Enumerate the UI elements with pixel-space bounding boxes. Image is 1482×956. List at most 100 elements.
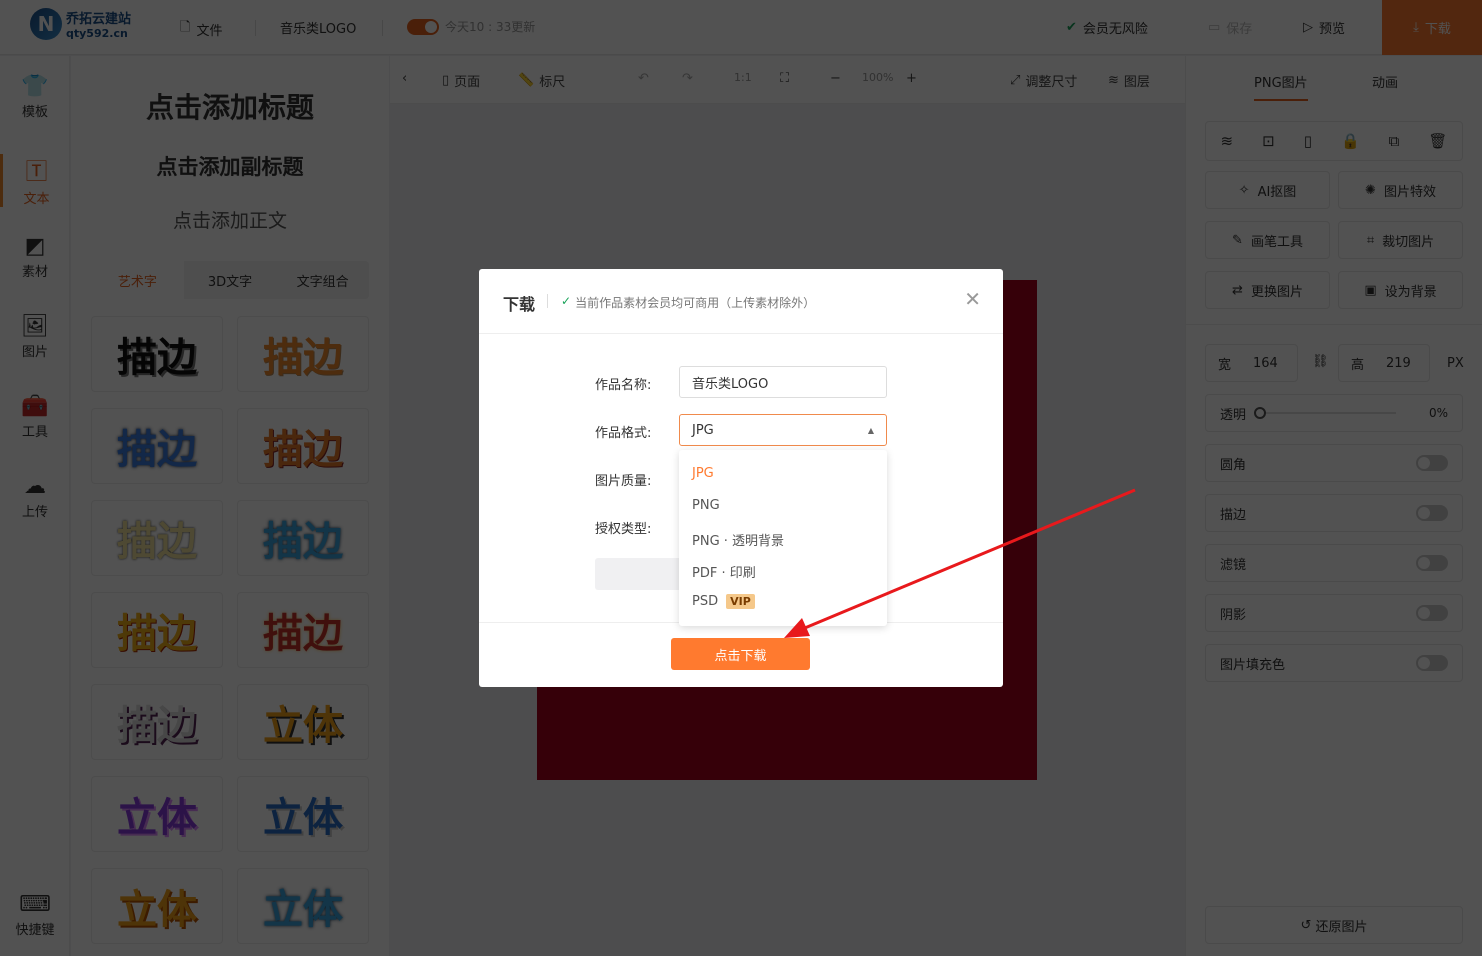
add-subtitle[interactable]: 点击添加副标题 bbox=[71, 151, 389, 181]
autosave-toggle[interactable] bbox=[407, 18, 439, 35]
toggle-row: 图片填充色 bbox=[1205, 644, 1463, 682]
tab-3d-text[interactable]: 3D文字 bbox=[184, 261, 277, 299]
art-text-tile[interactable]: 描边 bbox=[237, 500, 369, 576]
tool-button[interactable]: ⌗ 裁切图片 bbox=[1338, 221, 1463, 259]
license-option[interactable] bbox=[595, 558, 685, 590]
width-value: 164 bbox=[1253, 355, 1278, 371]
fit-icon[interactable]: ⛶ bbox=[780, 71, 789, 86]
restore-image-button[interactable]: ↺ 还原图片 bbox=[1205, 906, 1463, 944]
lock-icon[interactable]: 🔒 bbox=[1341, 132, 1360, 150]
layers-button[interactable]: ≋ 图层 bbox=[1108, 71, 1150, 90]
nav-shortcuts[interactable]: ⌨ 快捷键 bbox=[0, 892, 70, 938]
option-jpg[interactable]: JPG bbox=[692, 466, 714, 481]
option-psd[interactable]: PSD VIP bbox=[692, 594, 755, 609]
doc-title[interactable]: 音乐类LOGO bbox=[280, 18, 356, 37]
brush-icon: ✎ bbox=[1232, 232, 1243, 248]
file-menu[interactable]: 🗋 文件 bbox=[180, 18, 222, 40]
toggle-switch[interactable] bbox=[1416, 605, 1448, 621]
format-select[interactable]: JPG ▲ bbox=[679, 414, 887, 446]
tab-art-text[interactable]: 艺术字 bbox=[91, 261, 184, 299]
toggle-switch[interactable] bbox=[1416, 655, 1448, 671]
tool-button[interactable]: ✧ AI抠图 bbox=[1205, 171, 1330, 209]
logo-name: 乔拓云建站 bbox=[66, 12, 132, 27]
ruler-button[interactable]: 📏 标尺 bbox=[518, 71, 565, 90]
redo-icon[interactable]: ↷ bbox=[682, 71, 693, 86]
art-text-tile[interactable]: 描边 bbox=[91, 408, 223, 484]
divider bbox=[479, 333, 1003, 334]
tool-button[interactable]: ✺ 图片特效 bbox=[1338, 171, 1463, 209]
resize-button[interactable]: ⤢ 调整尺寸 bbox=[1010, 71, 1077, 90]
work-name-input[interactable]: 音乐类LOGO bbox=[679, 366, 887, 398]
tshirt-icon: 👕 bbox=[21, 74, 49, 99]
nav-label: 模板 bbox=[21, 105, 48, 120]
magic-wand-icon: ✧ bbox=[1238, 182, 1250, 198]
height-field[interactable]: 高 219 bbox=[1338, 344, 1430, 382]
art-text-tile[interactable]: 描边 bbox=[91, 684, 223, 760]
art-text-tile[interactable]: 描边 bbox=[91, 316, 223, 392]
toggle-switch[interactable] bbox=[1416, 555, 1448, 571]
nav-material[interactable]: ◩ 素材 bbox=[0, 234, 70, 280]
align-icon[interactable]: ▯ bbox=[1304, 132, 1312, 150]
logo[interactable]: N 乔拓云建站 qty592.cn bbox=[30, 8, 131, 40]
download-button[interactable]: ⤓ 下载 bbox=[1382, 0, 1482, 55]
preview-button[interactable]: ▷ 预览 bbox=[1303, 18, 1345, 37]
tab-png-image[interactable]: PNG图片 bbox=[1254, 72, 1308, 101]
layer-order-icon[interactable]: ≋ bbox=[1221, 132, 1234, 150]
submit-download-button[interactable]: 点击下载 bbox=[671, 638, 810, 670]
tab-animation[interactable]: 动画 bbox=[1372, 72, 1398, 91]
option-png[interactable]: PNG bbox=[692, 498, 720, 513]
width-field[interactable]: 宽 164 bbox=[1205, 344, 1298, 382]
collapse-icon[interactable]: ‹ bbox=[402, 71, 407, 86]
zoom-in-icon[interactable]: + bbox=[906, 71, 917, 86]
play-icon: ▷ bbox=[1303, 20, 1313, 35]
toggle-label: 滤镜 bbox=[1220, 557, 1247, 573]
art-text-tile[interactable]: 描边 bbox=[237, 592, 369, 668]
close-icon[interactable]: ✕ bbox=[964, 287, 981, 311]
nav-template[interactable]: 👕 模板 bbox=[0, 74, 70, 120]
nav-upload[interactable]: ☁ 上传 bbox=[0, 474, 70, 520]
focus-icon[interactable]: ⊡ bbox=[1262, 132, 1275, 150]
tool-button[interactable]: ⇄ 更换图片 bbox=[1205, 271, 1330, 309]
art-text-tile[interactable]: 描边 bbox=[237, 408, 369, 484]
ratio-button[interactable]: 1:1 bbox=[734, 71, 752, 84]
save-button[interactable]: ▭ 保存 bbox=[1208, 18, 1252, 37]
license-label: 授权类型: bbox=[595, 522, 652, 537]
page-button[interactable]: ▯ 页面 bbox=[442, 71, 480, 90]
art-text-tile[interactable]: 立体 bbox=[237, 684, 369, 760]
nav-label: 快捷键 bbox=[15, 923, 55, 938]
tool-button[interactable]: ▣ 设为背景 bbox=[1338, 271, 1463, 309]
toggle-switch[interactable] bbox=[1416, 455, 1448, 471]
option-png-transparent[interactable]: PNG · 透明背景 bbox=[692, 530, 784, 549]
art-text-tile[interactable]: 立体 bbox=[91, 868, 223, 944]
option-pdf[interactable]: PDF · 印刷 bbox=[692, 562, 756, 581]
trash-icon[interactable]: 🗑 bbox=[1428, 132, 1447, 150]
add-title[interactable]: 点击添加标题 bbox=[71, 86, 389, 126]
link-icon[interactable]: ⛓ bbox=[1312, 354, 1329, 369]
tool-button[interactable]: ✎ 画笔工具 bbox=[1205, 221, 1330, 259]
art-text-tile[interactable]: 立体 bbox=[237, 868, 369, 944]
opacity-slider-track[interactable] bbox=[1266, 412, 1397, 414]
art-text-tile[interactable]: 立体 bbox=[91, 776, 223, 852]
art-text-tile[interactable]: 立体 bbox=[237, 776, 369, 852]
save-icon: ▭ bbox=[1208, 20, 1221, 35]
art-text-tile[interactable]: 描边 bbox=[237, 316, 369, 392]
divider bbox=[382, 20, 383, 36]
toggle-switch[interactable] bbox=[1416, 505, 1448, 521]
opacity-slider-handle[interactable] bbox=[1254, 407, 1267, 419]
art-text-tile[interactable]: 描边 bbox=[91, 592, 223, 668]
member-badge[interactable]: ✔ 会员无风险 bbox=[1066, 18, 1148, 37]
nav-image[interactable]: 🖼 图片 bbox=[0, 314, 70, 360]
page-icon: ▯ bbox=[442, 73, 450, 88]
tab-text-combo[interactable]: 文字组合 bbox=[276, 261, 369, 299]
add-body[interactable]: 点击添加正文 bbox=[71, 206, 389, 233]
art-text-tile[interactable]: 描边 bbox=[91, 500, 223, 576]
nav-text[interactable]: 🅃 文本 bbox=[0, 154, 70, 207]
nav-tools[interactable]: 🧰 工具 bbox=[0, 394, 70, 440]
zoom-out-icon[interactable]: − bbox=[830, 71, 841, 86]
opacity-row: 透明 0% bbox=[1205, 394, 1463, 432]
undo-icon[interactable]: ↶ bbox=[638, 71, 649, 86]
duplicate-icon[interactable]: ⧉ bbox=[1389, 132, 1400, 150]
download-label: 下载 bbox=[1424, 22, 1451, 37]
format-dropdown: JPG PNG PNG · 透明背景 PDF · 印刷 PSD VIP bbox=[679, 450, 887, 626]
canvas-toolbar: ‹ ▯ 页面 📏 标尺 ↶ ↷ 1:1 ⛶ − 100% + ⤢ 调整尺寸 ≋ 图层 bbox=[390, 56, 1185, 104]
